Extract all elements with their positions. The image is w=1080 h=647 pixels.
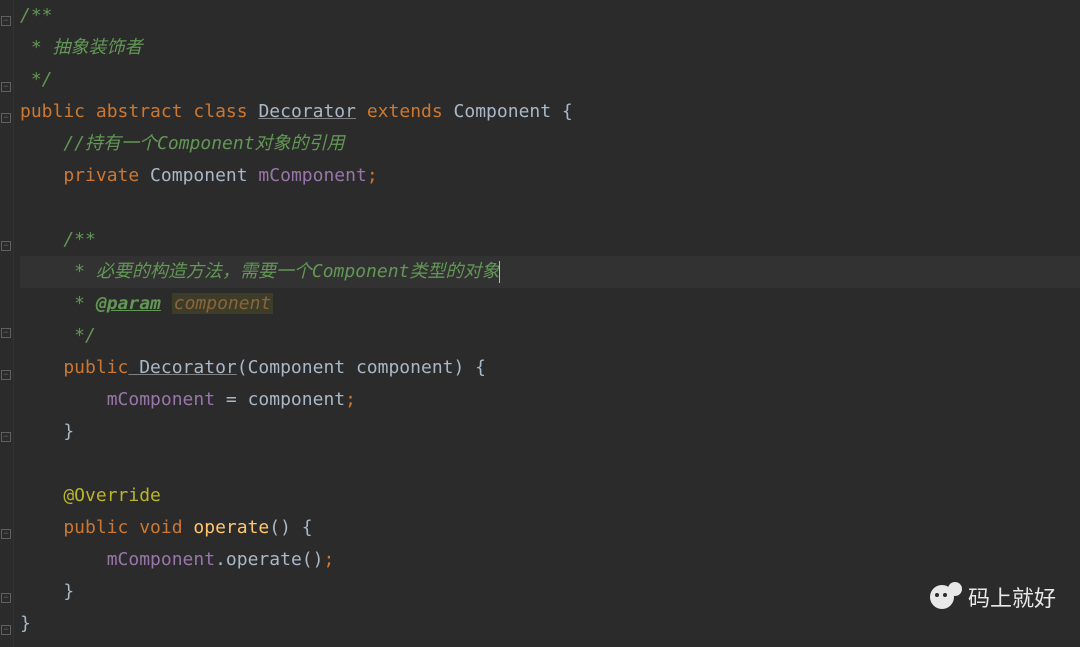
code-line: //持有一个Component对象的引用: [20, 128, 1080, 160]
code-line: * 抽象装饰者: [20, 32, 1080, 64]
fold-marker[interactable]: −: [1, 625, 11, 635]
code-line: public abstract class Decorator extends …: [20, 96, 1080, 128]
code-editor[interactable]: − − − − − − − − − − /** * 抽象装饰者 */ publi…: [0, 0, 1080, 647]
watermark: 码上就好: [930, 581, 1056, 613]
code-line: }: [20, 608, 1080, 640]
folding-gutter[interactable]: − − − − − − − − − −: [0, 0, 14, 647]
fold-marker[interactable]: −: [1, 82, 11, 92]
code-line: mComponent = component;: [20, 384, 1080, 416]
code-area[interactable]: /** * 抽象装饰者 */ public abstract class Dec…: [14, 0, 1080, 647]
fold-marker[interactable]: −: [1, 16, 11, 26]
code-line: /**: [20, 0, 1080, 32]
fold-marker[interactable]: −: [1, 529, 11, 539]
fold-marker[interactable]: −: [1, 593, 11, 603]
code-line: mComponent.operate();: [20, 544, 1080, 576]
code-line-caret: * 必要的构造方法，需要一个Component类型的对象: [20, 256, 1080, 288]
code-line: [20, 192, 1080, 224]
code-line: * @param component: [20, 288, 1080, 320]
fold-marker[interactable]: −: [1, 432, 11, 442]
code-line: private Component mComponent;: [20, 160, 1080, 192]
code-line: }: [20, 416, 1080, 448]
code-line: /**: [20, 224, 1080, 256]
code-line: */: [20, 320, 1080, 352]
watermark-text: 码上就好: [968, 581, 1056, 613]
fold-marker[interactable]: −: [1, 113, 11, 123]
text-caret: [499, 261, 500, 283]
fold-marker[interactable]: −: [1, 241, 11, 251]
code-line: public void operate() {: [20, 512, 1080, 544]
code-line: public Decorator(Component component) {: [20, 352, 1080, 384]
code-line: @Override: [20, 480, 1080, 512]
code-line: [20, 448, 1080, 480]
code-line: }: [20, 576, 1080, 608]
code-line: */: [20, 64, 1080, 96]
fold-marker[interactable]: −: [1, 370, 11, 380]
fold-marker[interactable]: −: [1, 328, 11, 338]
wechat-icon: [930, 582, 960, 612]
